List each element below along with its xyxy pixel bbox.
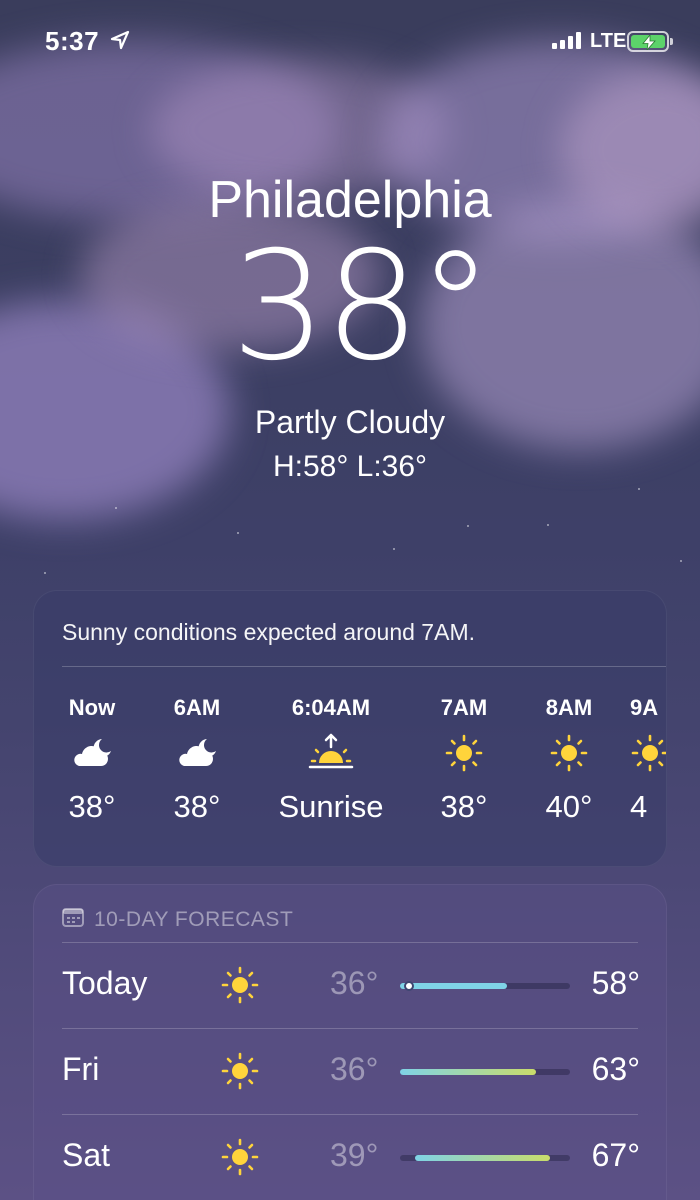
hour-label: 6AM <box>173 695 221 720</box>
forecast-day: Sat <box>62 1137 111 1173</box>
current-condition: Partly Cloudy <box>254 404 446 440</box>
hourly-item[interactable]: Now 38° <box>34 695 152 825</box>
temperature-range-track <box>400 1155 570 1161</box>
cloud-moon-icon <box>34 723 152 783</box>
forecast-low: 39° <box>330 1137 379 1173</box>
network-type: LTE <box>590 30 627 52</box>
hourly-item[interactable]: 9A 4 <box>614 695 666 825</box>
sun-icon <box>220 1137 260 1182</box>
hourly-forecast-card[interactable]: Sunny conditions expected around 7AM. No… <box>33 590 667 867</box>
hour-temperature: 40° <box>545 789 593 824</box>
cellular-signal-icon <box>552 32 581 49</box>
hour-label: 9A <box>630 695 659 720</box>
hourly-item[interactable]: 6:04AM Sunrise <box>258 695 404 825</box>
ten-day-header: 10-DAY FORECAST <box>62 907 293 933</box>
temperature-range-bar <box>400 983 508 989</box>
hour-label: Now <box>68 695 116 720</box>
location-arrow-icon <box>110 30 130 55</box>
status-bar: 5:37 LTE <box>0 0 700 84</box>
forecast-row[interactable]: Today 36° 58° <box>34 943 668 1029</box>
current-temperature-marker <box>403 981 414 991</box>
sun-icon <box>404 723 524 783</box>
sun-icon <box>509 723 629 783</box>
hourly-item[interactable]: 7AM 38° <box>404 695 524 825</box>
sunrise-icon <box>258 723 404 783</box>
sun-icon <box>220 965 260 1010</box>
forecast-high: 58° <box>591 965 640 1001</box>
temperature-range-track <box>400 1069 570 1075</box>
hourly-item[interactable]: 8AM 40° <box>509 695 629 825</box>
sun-icon <box>630 723 666 783</box>
forecast-high: 67° <box>591 1137 640 1173</box>
temperature-range-bar <box>415 1155 550 1161</box>
hour-label: 7AM <box>440 695 488 720</box>
divider <box>62 666 666 667</box>
forecast-low: 36° <box>330 1051 379 1087</box>
hour-temperature: Sunrise <box>278 789 384 824</box>
ten-day-forecast-card[interactable]: 10-DAY FORECAST Today 36° 58° Fri 36° 63… <box>33 884 667 1200</box>
hour-temperature: 38° <box>68 789 116 824</box>
hour-temperature: 38° <box>440 789 488 824</box>
hour-label: 8AM <box>545 695 593 720</box>
forecast-row[interactable]: Fri 36° 63° <box>34 1029 668 1115</box>
hour-label: 6:04AM <box>291 695 371 720</box>
sun-icon <box>220 1051 260 1096</box>
hour-temperature: 4 <box>630 789 648 824</box>
forecast-row[interactable]: Sat 39° 67° <box>34 1115 668 1200</box>
forecast-low: 36° <box>330 965 379 1001</box>
ten-day-title: 10-DAY FORECAST <box>94 908 294 931</box>
hourly-summary: Sunny conditions expected around 7AM. <box>62 619 475 645</box>
calendar-icon <box>62 907 84 933</box>
forecast-day: Today <box>62 965 148 1001</box>
cloud-moon-icon <box>137 723 257 783</box>
temperature-range-bar <box>400 1069 536 1075</box>
battery-charging-icon <box>627 31 673 52</box>
high-low-temperature: H:58° L:36° <box>272 450 428 483</box>
current-temperature: 38° <box>231 220 493 394</box>
hour-temperature: 38° <box>173 789 221 824</box>
hourly-item[interactable]: 6AM 38° <box>137 695 257 825</box>
temperature-range-track <box>400 981 570 991</box>
clock-time: 5:37 <box>45 26 100 56</box>
forecast-high: 63° <box>591 1051 640 1087</box>
forecast-day: Fri <box>62 1051 100 1087</box>
